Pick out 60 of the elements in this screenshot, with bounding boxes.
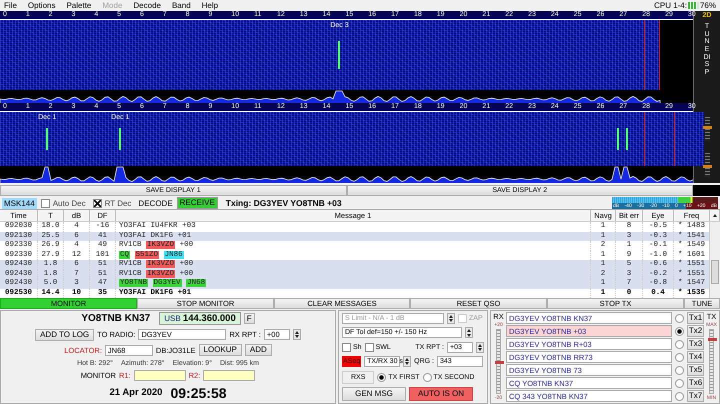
radio-button[interactable] — [675, 340, 684, 348]
tx-select-button[interactable]: Tx7 — [687, 390, 704, 402]
scroll-up-icon[interactable] — [712, 214, 716, 217]
radio-button[interactable] — [675, 392, 684, 400]
tx-select-button[interactable]: Tx3 — [687, 338, 704, 350]
signal-trace-icon — [46, 128, 48, 150]
station-callsign: YO8TNB KN37 — [81, 313, 150, 324]
scrollbar[interactable] — [709, 222, 720, 298]
r1-field[interactable] — [134, 370, 186, 382]
rx-slider[interactable] — [496, 329, 501, 394]
spin-buttons[interactable] — [447, 313, 455, 324]
frequency-display: USB 144.360.000 — [159, 312, 241, 325]
radio-button[interactable] — [675, 366, 684, 374]
radio-button[interactable] — [675, 314, 684, 322]
menu-item[interactable]: Help — [202, 1, 218, 10]
auto-button[interactable]: AUTO IS ON — [409, 386, 473, 401]
menu-item[interactable]: File — [4, 1, 17, 10]
menu-item[interactable]: Options — [28, 1, 56, 10]
decode-indicator[interactable]: DECODE — [138, 198, 173, 208]
frequency-marker-line — [644, 112, 646, 166]
date-label: 21 Apr 2020 — [109, 387, 162, 398]
frequency-button[interactable]: F — [244, 313, 255, 324]
frequency-marker-line — [674, 112, 675, 166]
transmitting-message: Txing: DG3YEV YO8TNB +03 — [226, 198, 342, 208]
radio-button[interactable] — [675, 378, 684, 388]
signal-trace-icon — [626, 128, 628, 150]
cpu-label: CPU 1-4: — [654, 1, 687, 10]
frequency-marker-line — [659, 20, 660, 90]
radio-button[interactable] — [675, 352, 684, 362]
tx-select-button[interactable]: Tx2 — [687, 325, 704, 337]
tx-select-button[interactable]: Tx4 — [687, 351, 704, 363]
tx-select-button[interactable]: Tx1 — [687, 312, 704, 324]
clock-time: 09:25:58 — [170, 384, 227, 401]
frequency-marker-line — [644, 20, 646, 90]
display-slider[interactable] — [704, 153, 710, 177]
tx-select-button[interactable]: Tx6 — [687, 377, 704, 389]
menu-item[interactable]: Decode — [133, 1, 161, 10]
checkbox[interactable]: RT Dec — [92, 198, 132, 208]
spin-buttons[interactable] — [403, 356, 412, 368]
signal-trace-icon — [338, 41, 340, 69]
signal-trace-icon — [616, 128, 619, 150]
menu-item[interactable]: Band — [172, 1, 191, 10]
spin-buttons[interactable] — [292, 329, 301, 340]
mode-label[interactable]: MSK144 — [2, 198, 37, 208]
tx-select-button[interactable]: Tx5 — [687, 364, 704, 376]
menu-item[interactable]: Palette — [66, 1, 92, 10]
signal-trace-icon — [119, 128, 122, 150]
receive-indicator: RECEIVE — [176, 197, 218, 209]
display-slider[interactable] — [704, 117, 710, 141]
tx-slider[interactable] — [709, 329, 714, 394]
add-button[interactable]: ADD — [244, 344, 272, 356]
r2-field[interactable] — [203, 370, 256, 382]
generate-messages-button[interactable]: GEN MSG — [342, 386, 406, 401]
radio-button[interactable] — [675, 326, 684, 336]
spin-buttons[interactable] — [465, 327, 473, 338]
checkbox[interactable]: Auto Dec — [40, 198, 86, 208]
lookup-button[interactable]: LOOKUP — [198, 344, 242, 356]
cpu-reading: 76% — [700, 1, 716, 10]
spin-buttons[interactable] — [476, 342, 484, 353]
add-to-log-button[interactable]: ADD TO LOG — [35, 328, 94, 341]
